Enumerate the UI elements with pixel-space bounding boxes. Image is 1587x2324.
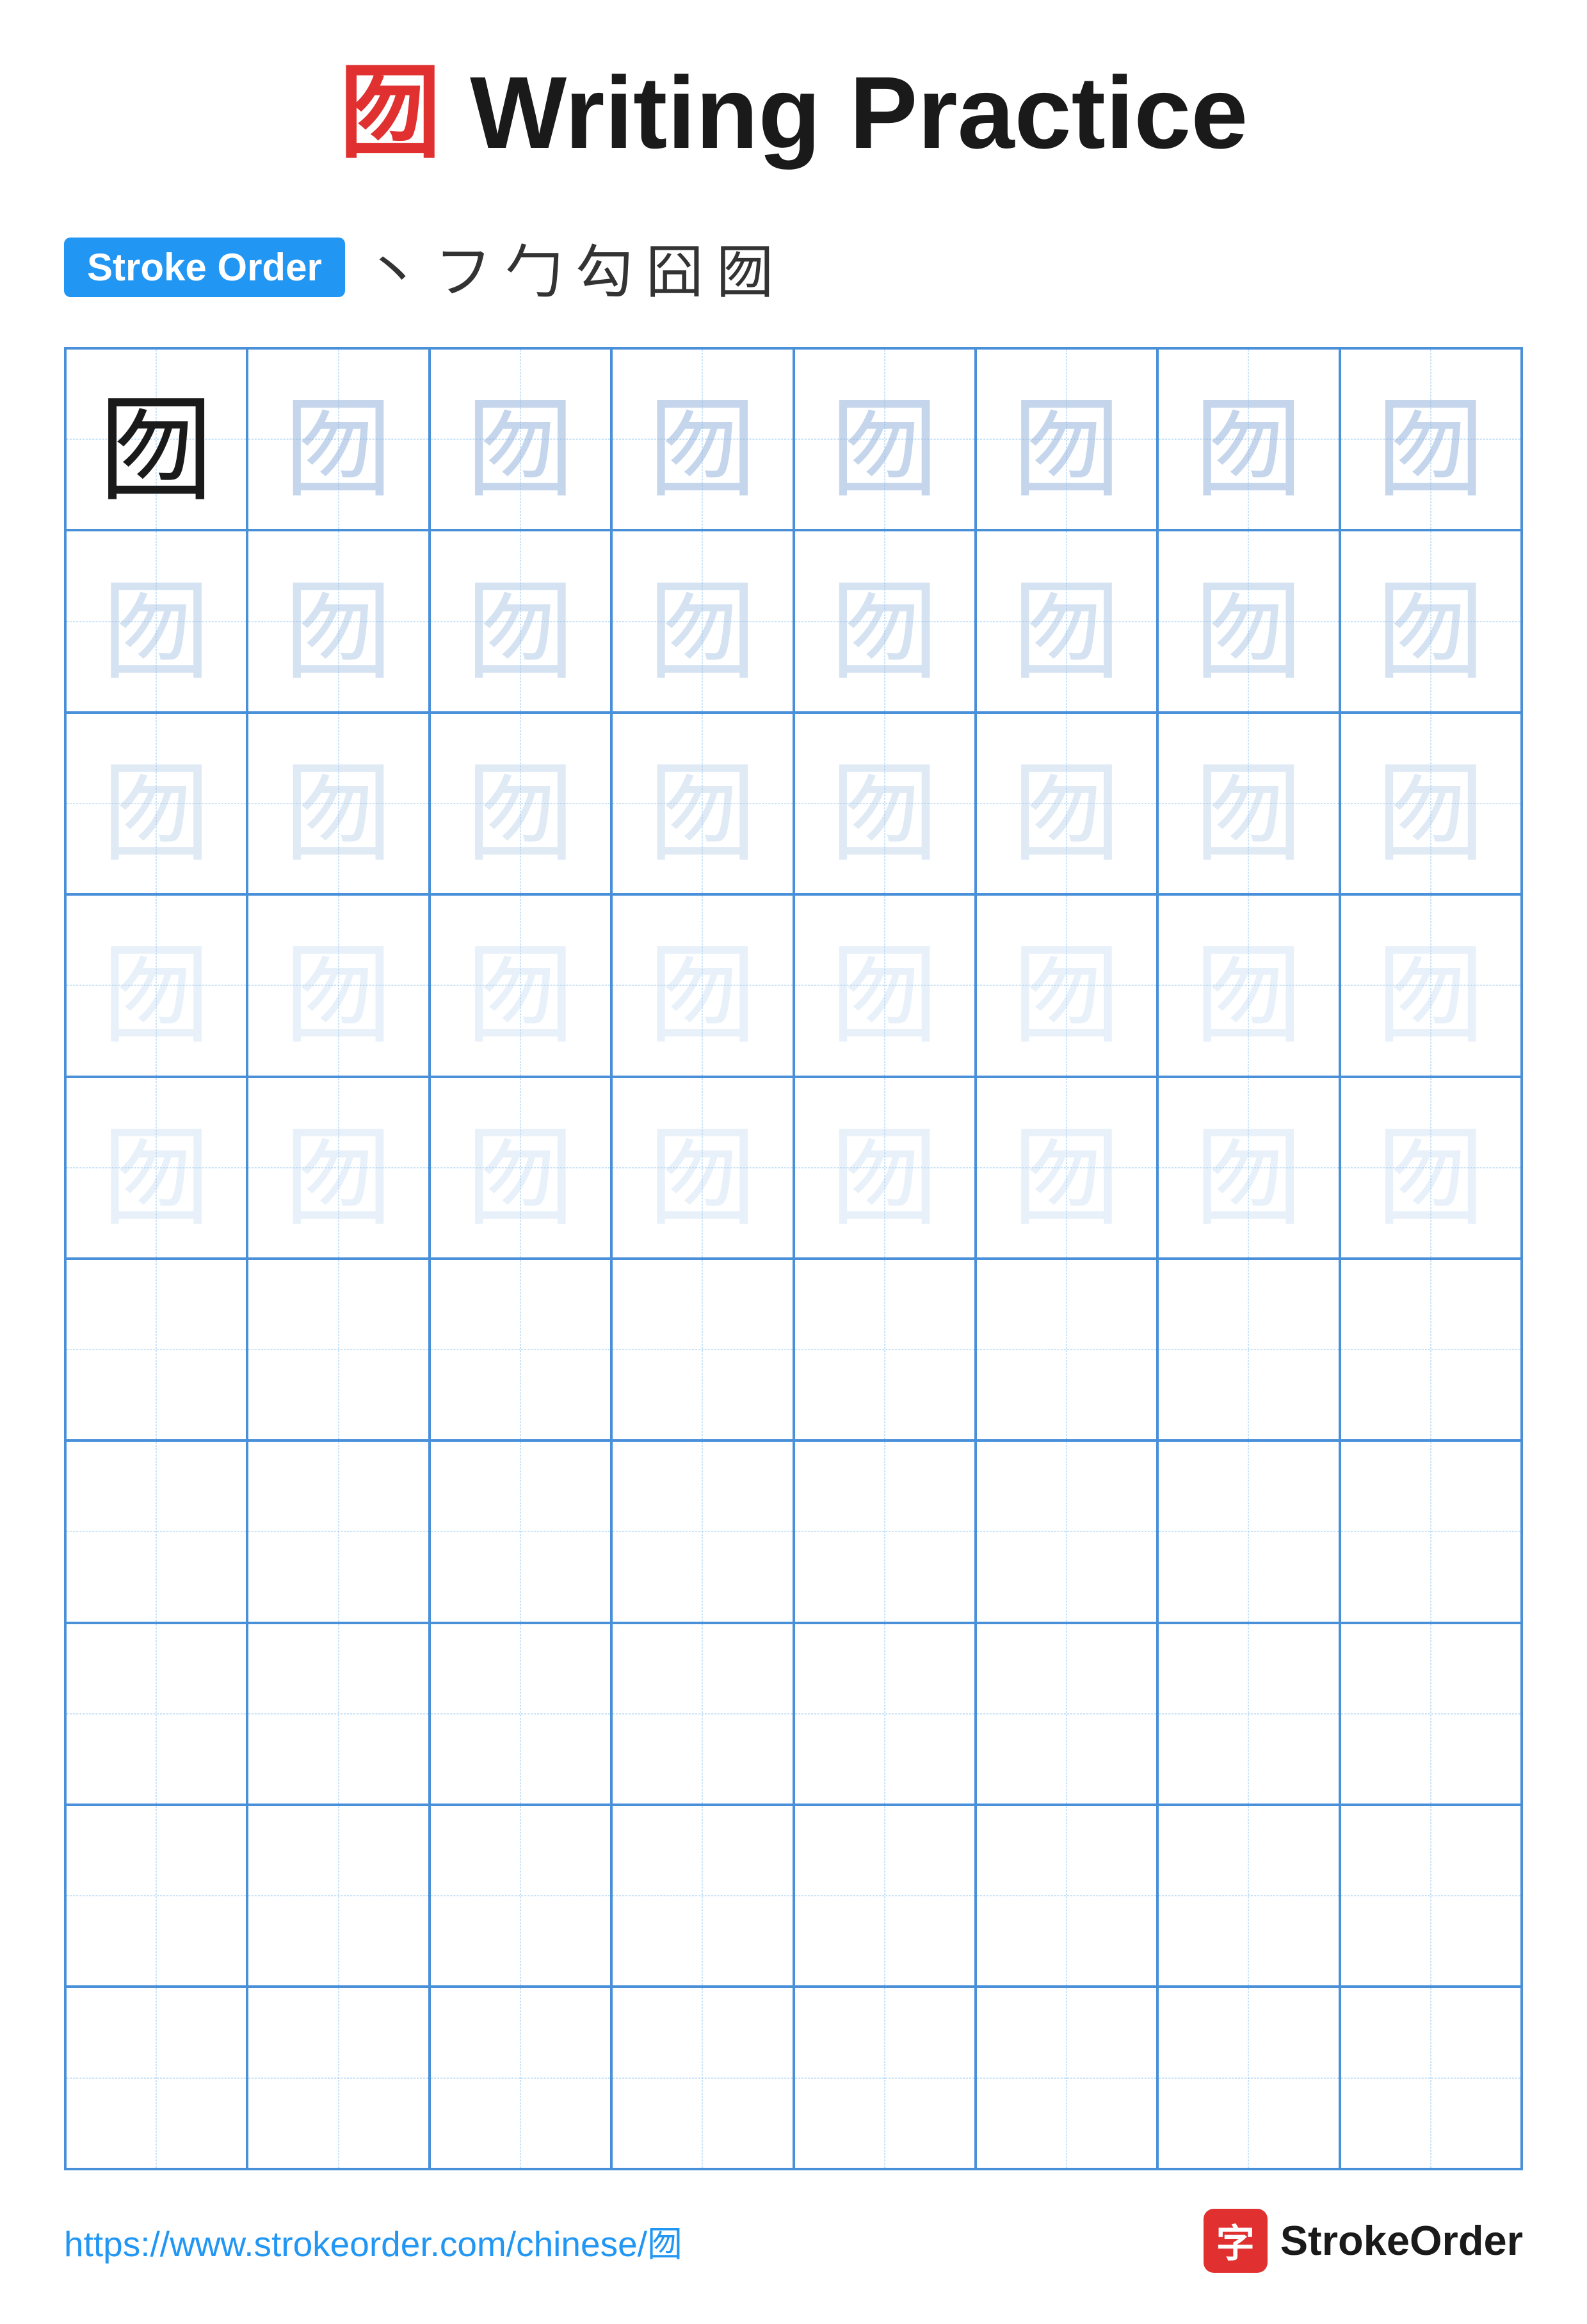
grid-cell[interactable] [1157,1987,1339,2168]
grid-cell[interactable] [1157,1623,1339,1805]
grid-cell[interactable]: 囫 [1157,894,1339,1076]
stroke-order-row: Stroke Order 丶 フ 勹 勾 囧 囫 [64,225,1523,309]
grid-cell[interactable]: 囫 [65,1077,247,1259]
grid-cell[interactable]: 囫 [1340,348,1522,530]
grid-cell[interactable]: 囫 [247,894,429,1076]
grid-cell[interactable] [430,1623,611,1805]
stroke-order-badge: Stroke Order [64,238,345,297]
grid-cell[interactable]: 囫 [65,348,247,530]
grid-cell[interactable] [65,1805,247,1987]
grid-cell[interactable]: 囫 [1340,894,1522,1076]
grid-cell[interactable]: 囫 [247,530,429,712]
grid-cell[interactable]: 囫 [976,530,1157,712]
grid-cell[interactable]: 囫 [794,1077,976,1259]
grid-cell[interactable]: 囫 [430,894,611,1076]
stroke-1: 丶 [364,225,422,309]
grid-cell[interactable]: 囫 [611,1077,793,1259]
stroke-3: 勹 [505,225,563,309]
grid-cell[interactable] [430,1805,611,1987]
grid-cell[interactable] [976,1623,1157,1805]
grid-cell[interactable]: 囫 [247,1077,429,1259]
grid-cell[interactable] [794,1987,976,2168]
title-text: Writing Practice [442,55,1248,170]
grid-cell[interactable] [611,1805,793,1987]
grid-cell[interactable] [611,1987,793,2168]
writing-grid: 囫囫囫囫囫囫囫囫囫囫囫囫囫囫囫囫囫囫囫囫囫囫囫囫囫囫囫囫囫囫囫囫囫囫囫囫囫囫囫囫 [64,347,1523,2170]
grid-cell[interactable] [430,1987,611,2168]
grid-cell[interactable] [65,1623,247,1805]
grid-cell[interactable] [611,1440,793,1622]
grid-cell[interactable]: 囫 [611,348,793,530]
grid-cell[interactable] [611,1623,793,1805]
grid-cell[interactable] [794,1259,976,1440]
grid-cell[interactable]: 囫 [430,1077,611,1259]
grid-cell[interactable]: 囫 [1340,1077,1522,1259]
grid-cell[interactable]: 囫 [430,713,611,894]
grid-cell[interactable]: 囫 [247,713,429,894]
grid-cell[interactable]: 囫 [1340,530,1522,712]
grid-cell[interactable]: 囫 [976,348,1157,530]
footer-logo-text: StrokeOrder [1280,2216,1523,2264]
grid-cell[interactable] [976,1987,1157,2168]
grid-cell[interactable]: 囫 [976,713,1157,894]
grid-cell[interactable]: 囫 [1157,348,1339,530]
footer: https://www.strokeorder.com/chinese/囫 字 … [64,2209,1523,2273]
stroke-5: 囧 [646,225,704,309]
grid-cell[interactable] [794,1623,976,1805]
grid-cell[interactable]: 囫 [794,530,976,712]
footer-url[interactable]: https://www.strokeorder.com/chinese/囫 [64,2215,682,2266]
grid-cell[interactable] [1340,1987,1522,2168]
grid-cell[interactable]: 囫 [794,894,976,1076]
grid-cell[interactable]: 囫 [65,530,247,712]
grid-cell[interactable] [247,1440,429,1622]
grid-cell[interactable] [976,1440,1157,1622]
page: 囫 Writing Practice Stroke Order 丶 フ 勹 勾 … [0,0,1587,2324]
grid-cell[interactable]: 囫 [1340,713,1522,894]
grid-cell[interactable]: 囫 [247,348,429,530]
grid-cell[interactable] [430,1440,611,1622]
stroke-6: 囫 [716,225,774,309]
grid-cell[interactable]: 囫 [430,530,611,712]
grid-cell[interactable]: 囫 [1157,1077,1339,1259]
grid-cell[interactable] [1157,1440,1339,1622]
grid-cell[interactable] [247,1623,429,1805]
grid-cell[interactable] [794,1440,976,1622]
page-title: 囫 Writing Practice [64,51,1523,174]
title-chinese-char: 囫 [339,55,442,170]
grid-cell[interactable] [1340,1259,1522,1440]
grid-cell[interactable] [976,1259,1157,1440]
grid-cell[interactable]: 囫 [794,713,976,894]
grid-cell[interactable] [794,1805,976,1987]
grid-cell[interactable]: 囫 [611,894,793,1076]
grid-cell[interactable] [1340,1440,1522,1622]
grid-cell[interactable] [1340,1623,1522,1805]
grid-cell[interactable]: 囫 [65,894,247,1076]
grid-cell[interactable] [65,1440,247,1622]
grid-cell[interactable] [1157,1259,1339,1440]
grid-cell[interactable]: 囫 [611,530,793,712]
grid-cell[interactable]: 囫 [1157,713,1339,894]
footer-logo-icon: 字 [1204,2209,1268,2273]
grid-cell[interactable]: 囫 [976,1077,1157,1259]
grid-cell[interactable] [430,1259,611,1440]
stroke-2: フ [435,225,492,309]
grid-cell[interactable]: 囫 [65,713,247,894]
grid-cell[interactable]: 囫 [1157,530,1339,712]
grid-cell[interactable] [611,1259,793,1440]
grid-cell[interactable] [1157,1805,1339,1987]
grid-cell[interactable]: 囫 [976,894,1157,1076]
stroke-chars: 丶 フ 勹 勾 囧 囫 [364,225,774,309]
grid-cell[interactable] [247,1805,429,1987]
grid-cell[interactable] [65,1987,247,2168]
grid-cell[interactable]: 囫 [794,348,976,530]
stroke-4: 勾 [576,225,633,309]
grid-cell[interactable] [1340,1805,1522,1987]
grid-cell[interactable] [65,1259,247,1440]
grid-cell[interactable] [247,1987,429,2168]
footer-logo: 字 StrokeOrder [1204,2209,1523,2273]
grid-cell[interactable] [247,1259,429,1440]
grid-cell[interactable]: 囫 [430,348,611,530]
grid-cell[interactable]: 囫 [611,713,793,894]
grid-cell[interactable] [976,1805,1157,1987]
